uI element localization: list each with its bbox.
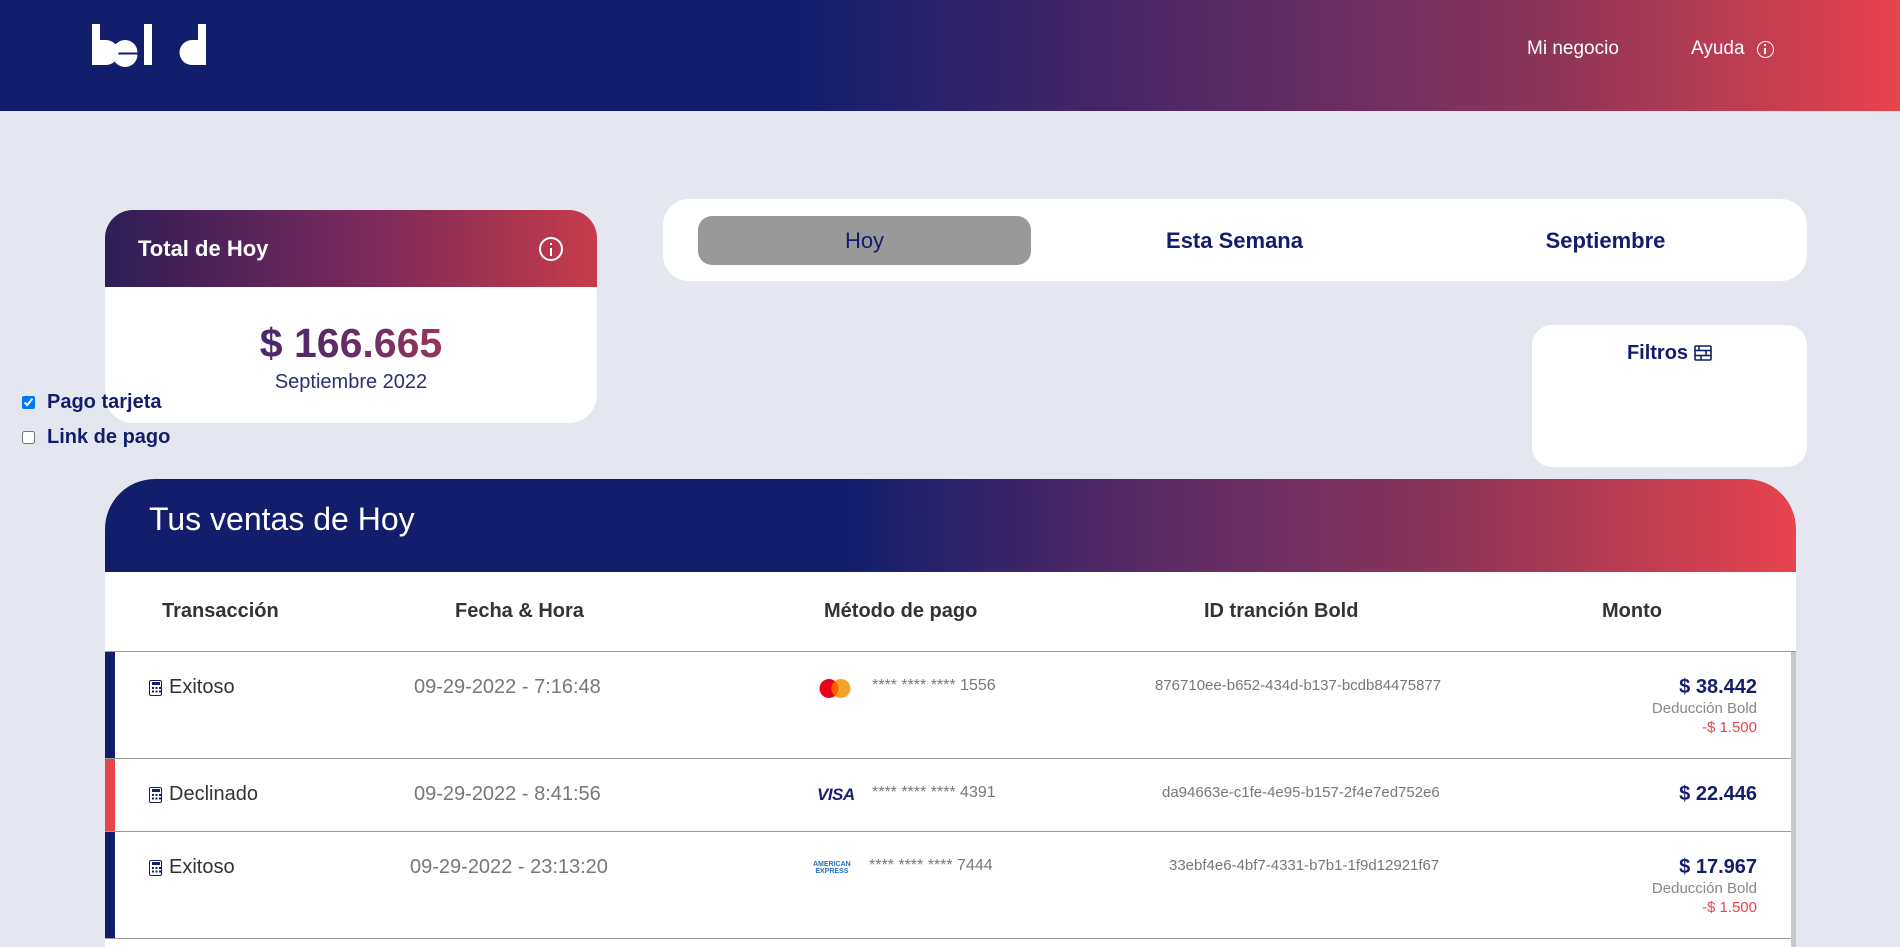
table-row[interactable]: Declinado 09-29-2022 - 8:41:56 VISA ****…	[105, 759, 1791, 832]
transaction-id: da94663e-c1fe-4e95-b157-2f4e7ed752e6	[1162, 784, 1440, 801]
status-label: Exitoso	[169, 676, 235, 698]
status-label: Exitoso	[169, 856, 235, 878]
transaction-amount: $ 22.446	[1679, 783, 1757, 805]
info-icon	[1756, 40, 1774, 58]
nav-ayuda-label: Ayuda	[1691, 38, 1745, 59]
mastercard-icon	[819, 679, 851, 698]
status-label: Declinado	[169, 783, 258, 805]
status-bar	[105, 832, 115, 938]
calculator-icon	[149, 859, 162, 876]
table-row[interactable]: Exitoso 09-29-2022 - 23:13:20 AMERICAN E…	[105, 832, 1791, 939]
filters-title: Filtros	[1626, 342, 1689, 364]
top-header: Mi negocio Ayuda	[0, 0, 1900, 111]
period-tabs: Hoy Esta Semana Septiembre	[663, 199, 1807, 281]
card-number: **** **** **** 4391	[872, 784, 996, 801]
tab-septiembre[interactable]: Septiembre	[1439, 216, 1772, 265]
link-de-pago-label: Link de pago	[47, 426, 171, 448]
status-bar	[105, 759, 115, 831]
transaction-status: Exitoso	[149, 856, 235, 879]
filter-pago-tarjeta[interactable]: Pago tarjeta	[22, 391, 161, 414]
total-card-title: Total de Hoy	[138, 235, 269, 261]
calculator-icon	[149, 786, 162, 803]
card-number: **** **** **** 7444	[869, 857, 993, 874]
nav-ayuda[interactable]: Ayuda	[1691, 38, 1774, 60]
table-scrollbar[interactable]	[1791, 652, 1796, 947]
deduction-label: Deducción Bold	[1651, 700, 1757, 717]
transaction-id: 33ebf4e6-4bf7-4331-b7b1-1f9d12921f67	[1169, 857, 1440, 874]
calculator-icon	[149, 679, 162, 696]
tab-hoy[interactable]: Hoy	[698, 216, 1031, 265]
info-icon[interactable]	[539, 236, 563, 261]
transaction-amount: $ 17.967	[1679, 856, 1757, 878]
transaction-datetime: 09-29-2022 - 7:16:48	[414, 676, 601, 698]
column-header-fecha-hora[interactable]: Fecha & Hora	[455, 600, 584, 623]
amex-icon: AMERICAN EXPRESS	[813, 861, 851, 875]
tab-esta-semana[interactable]: Esta Semana	[1068, 216, 1401, 265]
deduction-value: -$ 1.500	[1701, 899, 1757, 916]
total-amount: $ 166.665	[105, 320, 597, 367]
sales-panel: Tus ventas de Hoy Transacción Fecha & Ho…	[105, 479, 1796, 947]
filters-panel: Filtros	[1532, 325, 1807, 467]
total-card-header: Total de Hoy	[105, 210, 597, 287]
pago-tarjeta-label: Pago tarjeta	[47, 391, 162, 413]
total-month: Septiembre 2022	[274, 371, 428, 393]
filter-link-de-pago[interactable]: Link de pago	[22, 426, 170, 449]
column-header-transaccion[interactable]: Transacción	[162, 600, 279, 623]
deduction-label: Deducción Bold	[1651, 880, 1757, 897]
filter-icon	[1694, 345, 1712, 361]
sales-header: Tus ventas de Hoy	[105, 479, 1796, 572]
sales-title: Tus ventas de Hoy	[149, 501, 415, 537]
status-bar	[105, 652, 115, 758]
transaction-status: Exitoso	[149, 676, 235, 699]
amex-line-2: EXPRESS	[815, 868, 849, 875]
visa-icon: VISA	[817, 785, 855, 804]
column-header-id-transaccion[interactable]: ID tranción Bold	[1204, 600, 1358, 623]
nav-mi-negocio[interactable]: Mi negocio	[1527, 38, 1619, 60]
link-de-pago-checkbox[interactable]	[22, 431, 35, 444]
transaction-status: Declinado	[149, 783, 258, 806]
transaction-id: 876710ee-b652-434d-b137-bcdb84475877	[1155, 677, 1442, 694]
transaction-datetime: 09-29-2022 - 23:13:20	[410, 856, 608, 878]
total-card: Total de Hoy $ 166.665 Septiembre 2022	[105, 210, 597, 423]
transaction-amount: $ 38.442	[1679, 676, 1757, 698]
pago-tarjeta-checkbox[interactable]	[22, 396, 35, 409]
transaction-datetime: 09-29-2022 - 8:41:56	[414, 783, 601, 805]
card-number: **** **** **** 1556	[872, 677, 996, 694]
filters-header[interactable]: Filtros	[1532, 342, 1807, 365]
column-header-metodo-pago[interactable]: Método de pago	[824, 600, 977, 623]
column-header-monto[interactable]: Monto	[1602, 600, 1662, 623]
amex-line-1: AMERICAN	[813, 861, 851, 868]
bold-logo[interactable]	[92, 24, 206, 70]
deduction-value: -$ 1.500	[1701, 719, 1757, 736]
table-row[interactable]: Exitoso 09-29-2022 - 7:16:48 **** **** *…	[105, 652, 1791, 759]
